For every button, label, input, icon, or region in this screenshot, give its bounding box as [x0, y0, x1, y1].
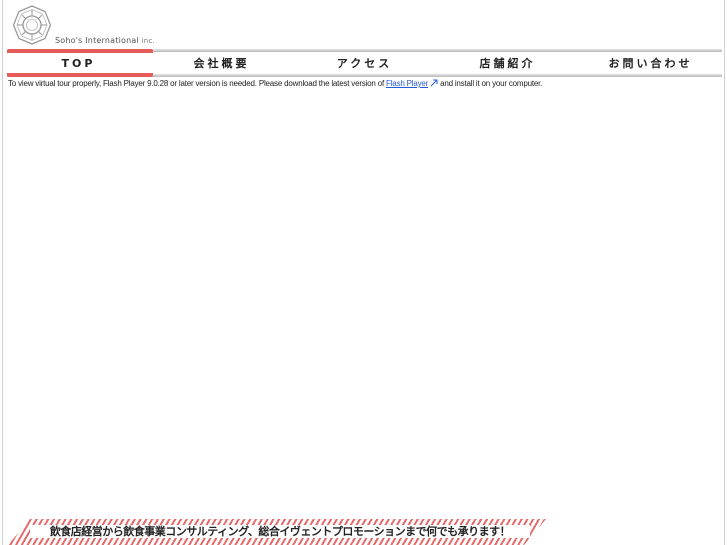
- footer-banner: 飲食店経営から飲食事業コンサルティング、総合イヴェントプロモーションまで何でも承…: [8, 519, 548, 545]
- flash-notice-text: To view virtual tour properly, Flash Pla…: [8, 79, 384, 88]
- company-logo[interactable]: [11, 4, 53, 46]
- main-nav: TOP 会社概要 アクセス 店舗紹介 お問い合わせ: [7, 55, 722, 73]
- active-tab-top-accent: [7, 49, 153, 53]
- nav-item-access[interactable]: アクセス: [293, 55, 436, 73]
- page-frame: Soho's International inc. TOP 会社概要 アクセス …: [2, 0, 725, 545]
- nav-item-stores[interactable]: 店舗紹介: [436, 55, 579, 73]
- active-tab-bottom-accent: [7, 73, 153, 77]
- nav-item-contact[interactable]: お問い合わせ: [579, 55, 722, 73]
- flash-notice-text-end: and install it on your computer.: [440, 79, 543, 88]
- nav-item-top[interactable]: TOP: [7, 55, 150, 73]
- external-link-icon: [430, 79, 438, 87]
- footer-tagline: 飲食店経営から飲食事業コンサルティング、総合イヴェントプロモーションまで何でも承…: [30, 525, 530, 538]
- company-name: Soho's International: [55, 36, 139, 45]
- flash-player-link[interactable]: Flash Player: [386, 79, 428, 88]
- flash-notice: To view virtual tour properly, Flash Pla…: [8, 79, 542, 88]
- company-suffix: inc.: [141, 37, 155, 45]
- dharma-logo-icon: [12, 5, 52, 45]
- nav-item-company-profile[interactable]: 会社概要: [150, 55, 293, 73]
- header: Soho's International inc.: [3, 0, 726, 50]
- company-wordmark: Soho's International inc.: [55, 36, 155, 45]
